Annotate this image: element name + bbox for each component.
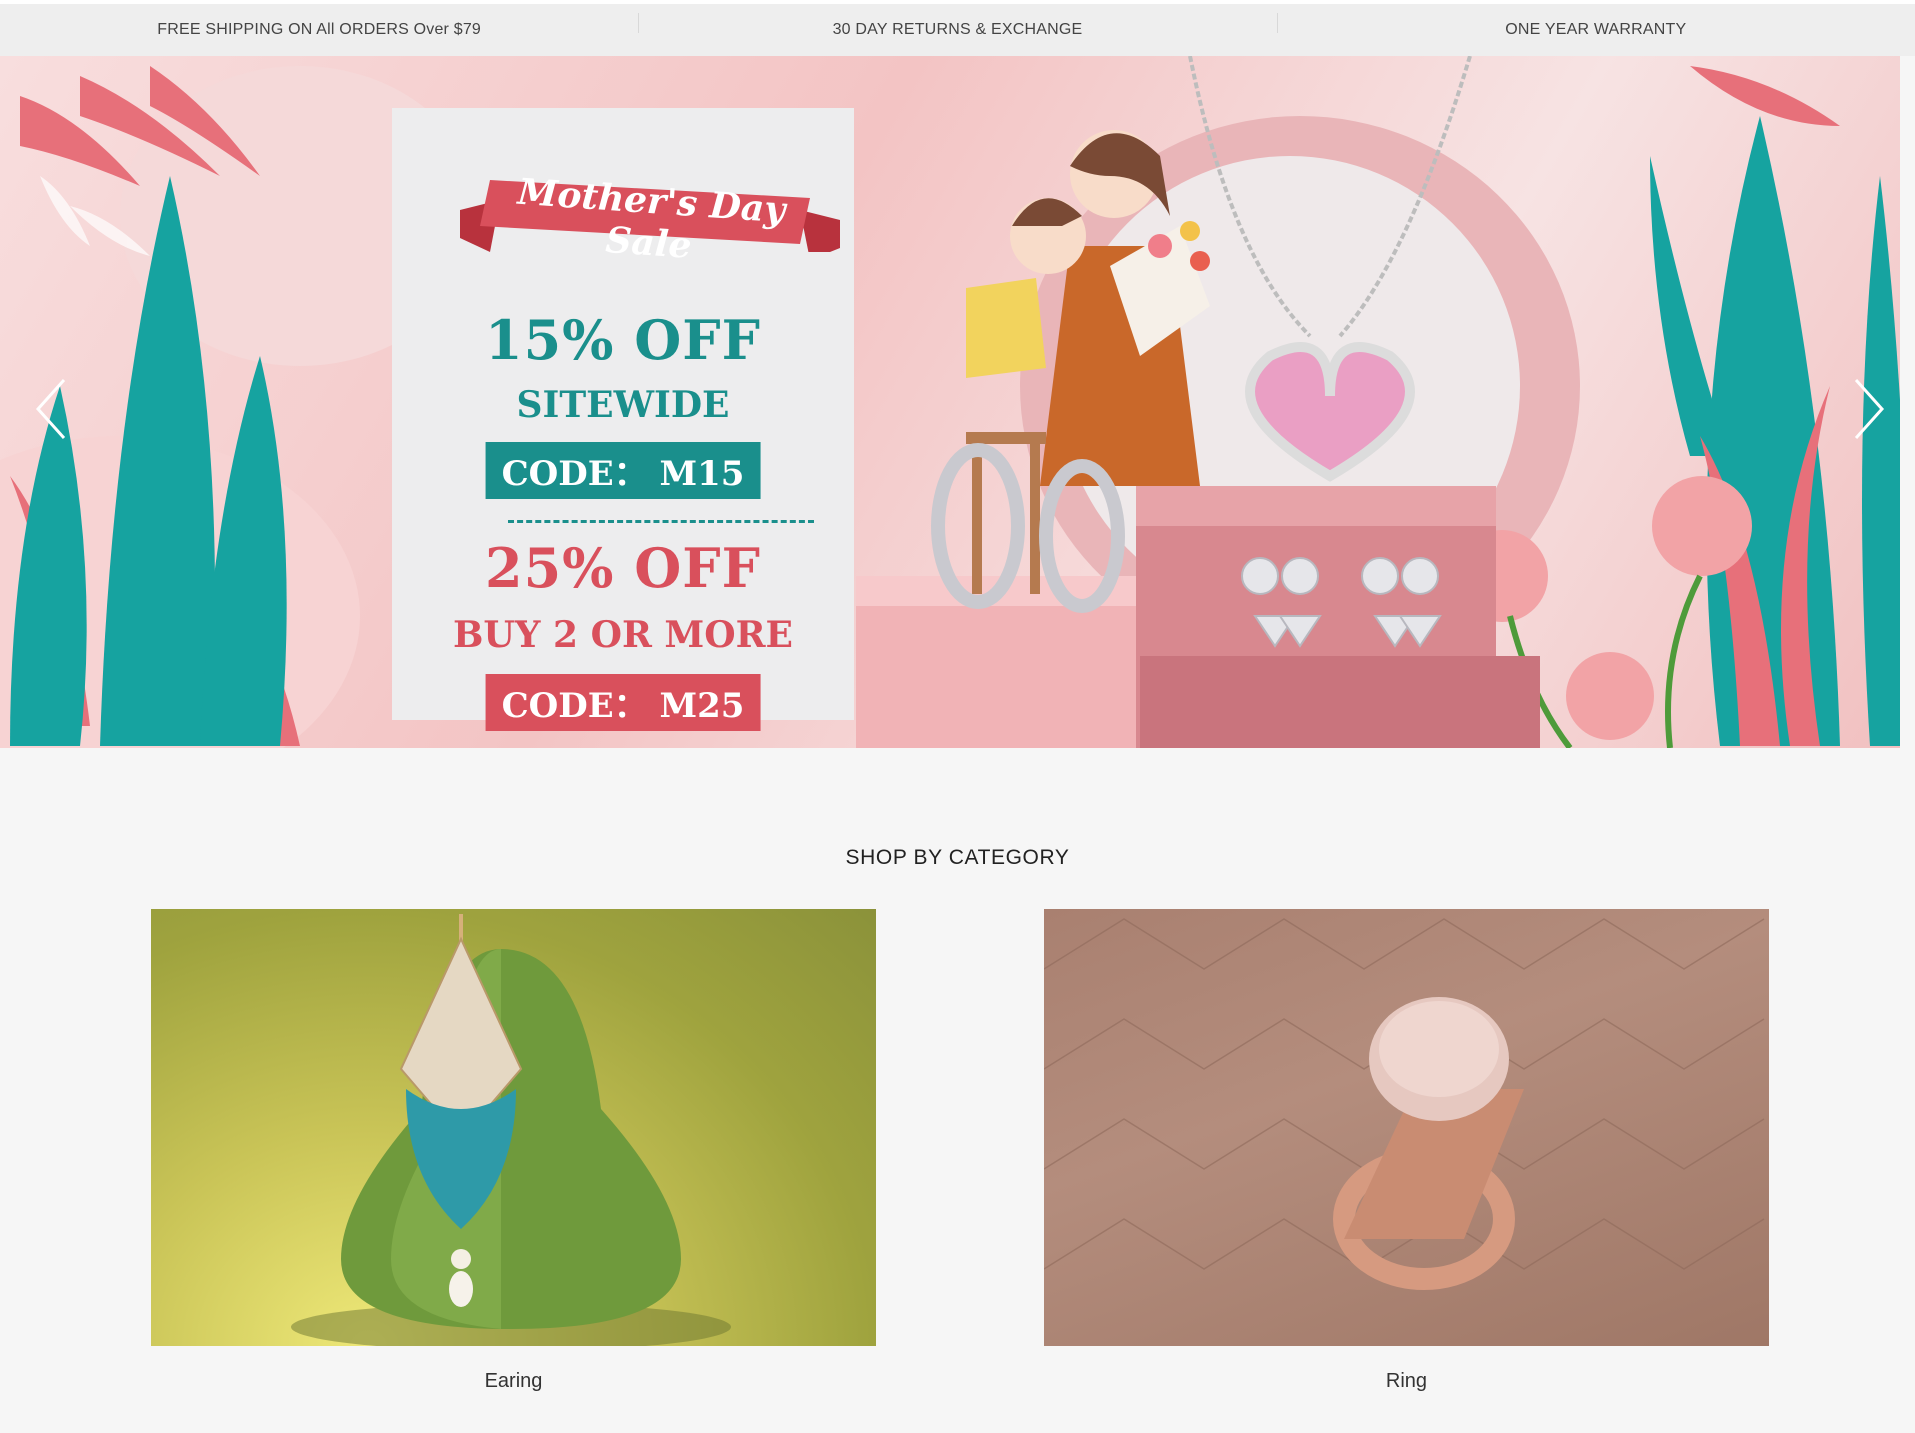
announcement-returns: 30 DAY RETURNS & EXCHANGE [638, 13, 1276, 39]
announcement-warranty: ONE YEAR WARRANTY [1276, 13, 1915, 39]
offer2-code: CODE： M25 [485, 674, 761, 731]
hero-prev-arrow-icon[interactable] [28, 374, 74, 444]
offer-divider [508, 520, 814, 523]
announcement-bar: FREE SHIPPING ON All ORDERS Over $79 30 … [0, 4, 1915, 56]
hero-banner[interactable]: Mother's Day Sale 15% OFF SITEWIDE CODE：… [0, 56, 1900, 748]
offer1-percent: 15% OFF [485, 308, 761, 372]
announcement-shipping: FREE SHIPPING ON All ORDERS Over $79 [157, 21, 482, 38]
section-title: SHOP BY CATEGORY [845, 846, 1070, 869]
category-card-earing[interactable]: Earing [151, 909, 876, 1393]
promo-panel: Mother's Day Sale 15% OFF SITEWIDE CODE：… [392, 108, 854, 731]
category-image-ring[interactable] [1044, 909, 1769, 1346]
offer1-code: CODE： M15 [485, 442, 761, 499]
hero-illustration [0, 56, 1900, 748]
category-label-ring[interactable]: Ring [1044, 1370, 1769, 1393]
category-image-earing[interactable] [151, 909, 876, 1346]
category-card-ring[interactable]: Ring [1044, 909, 1769, 1393]
offer2-condition: BUY 2 OR MORE [452, 614, 793, 656]
category-label-earing[interactable]: Earing [151, 1370, 876, 1393]
sale-ribbon: Mother's Day Sale [460, 160, 840, 267]
offer1-scope: SITEWIDE [516, 384, 730, 426]
hero-next-arrow-icon[interactable] [1846, 374, 1892, 444]
offer2-percent: 25% OFF [485, 536, 761, 600]
